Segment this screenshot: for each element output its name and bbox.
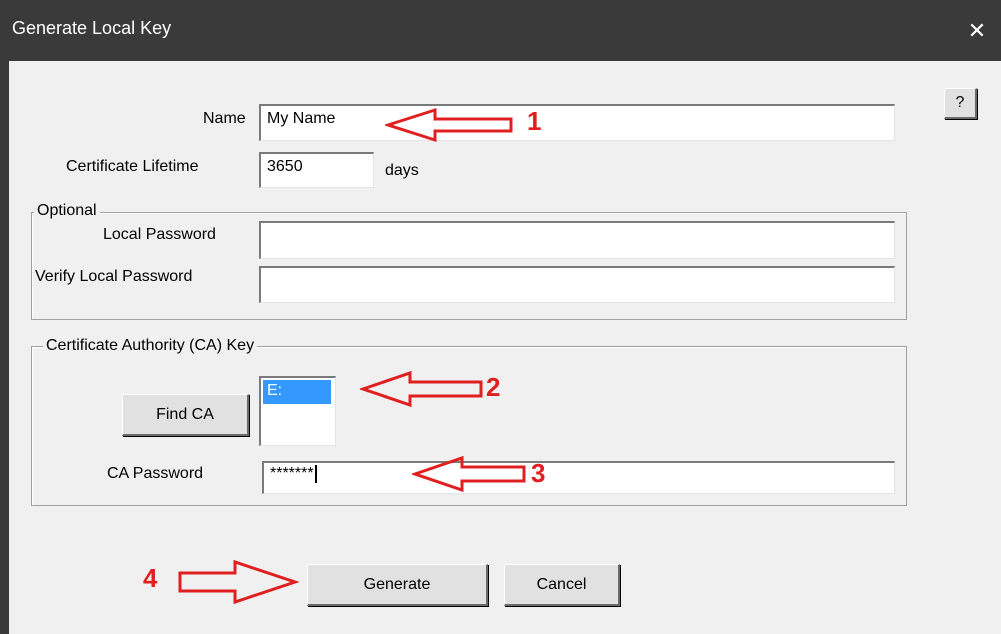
find-ca-button[interactable]: Find CA bbox=[122, 394, 249, 436]
lifetime-label: Certificate Lifetime bbox=[66, 158, 199, 175]
text-caret bbox=[314, 465, 317, 483]
window-frame-left bbox=[0, 61, 9, 634]
annotation-number-2: 2 bbox=[486, 372, 501, 402]
close-icon: ✕ bbox=[967, 17, 987, 43]
lifetime-unit: days bbox=[385, 162, 419, 179]
ca-password-label: CA Password bbox=[107, 465, 204, 482]
name-input[interactable]: My Name bbox=[259, 104, 895, 141]
optional-legend: Optional bbox=[34, 202, 100, 220]
drive-list-item[interactable]: E: bbox=[263, 380, 331, 404]
lifetime-value: 3650 bbox=[267, 158, 303, 175]
annotation-arrow-2-icon bbox=[360, 370, 483, 408]
annotation-number-1: 1 bbox=[527, 106, 542, 136]
cancel-button[interactable]: Cancel bbox=[504, 564, 620, 606]
title-bar: Generate Local Key ✕ bbox=[0, 0, 1001, 61]
annotation-arrow-3-icon bbox=[412, 455, 526, 493]
verify-password-input[interactable] bbox=[259, 266, 895, 303]
ca-legend: Certificate Authority (CA) Key bbox=[43, 337, 258, 355]
annotation-arrow-1-icon bbox=[385, 107, 513, 143]
help-button[interactable]: ? bbox=[944, 88, 977, 119]
dialog-window: Generate Local Key ✕ ? Name My Name Cert… bbox=[0, 0, 1001, 634]
local-password-input[interactable] bbox=[259, 221, 895, 259]
name-value: My Name bbox=[267, 110, 336, 127]
generate-button[interactable]: Generate bbox=[307, 564, 488, 606]
window-title: Generate Local Key bbox=[12, 18, 172, 38]
local-password-label: Local Password bbox=[103, 226, 216, 243]
name-label: Name bbox=[203, 110, 246, 127]
ca-drive-list[interactable]: E: bbox=[259, 376, 336, 446]
close-button[interactable]: ✕ bbox=[953, 0, 1001, 61]
annotation-number-3: 3 bbox=[531, 458, 546, 488]
lifetime-input[interactable]: 3650 bbox=[259, 152, 374, 188]
ca-password-value: ******* bbox=[270, 465, 314, 483]
verify-password-label: Verify Local Password bbox=[35, 268, 193, 285]
annotation-arrow-4-icon bbox=[178, 559, 299, 605]
ca-password-input[interactable]: ******* bbox=[262, 461, 895, 494]
annotation-number-4: 4 bbox=[143, 563, 158, 593]
